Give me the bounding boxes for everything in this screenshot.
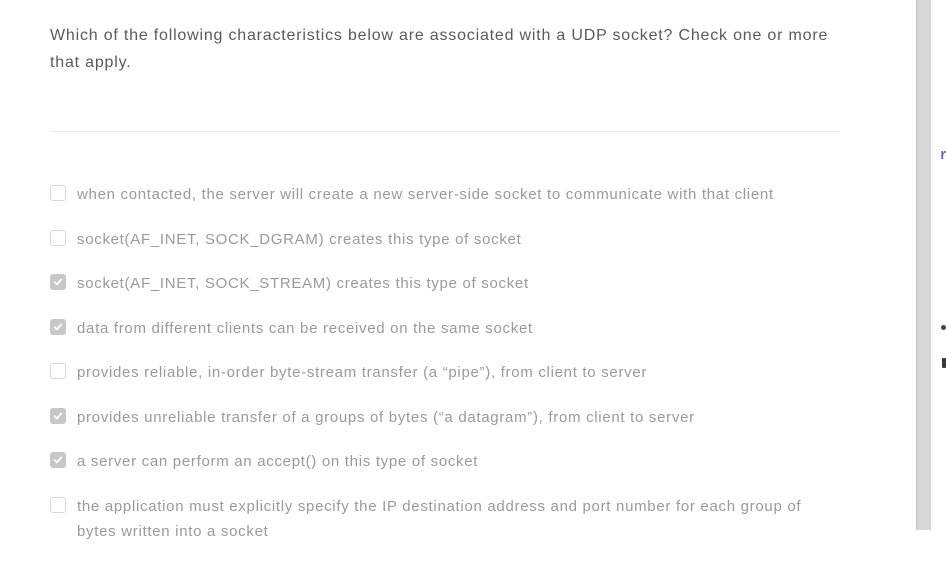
checkbox[interactable] (50, 497, 66, 513)
checkbox[interactable] (50, 452, 66, 468)
option-row: provides reliable, in-order byte-stream … (50, 360, 840, 386)
option-text: when contacted, the server will create a… (77, 182, 840, 208)
options-list: when contacted, the server will create a… (50, 182, 840, 564)
checkbox[interactable] (50, 408, 66, 424)
side-mark (942, 358, 946, 368)
option-text: data from different clients can be recei… (77, 316, 840, 342)
scrollbar[interactable] (916, 0, 931, 530)
option-row: provides unreliable transfer of a groups… (50, 405, 840, 431)
option-text: a server can perform an accept() on this… (77, 449, 840, 475)
option-row: socket(AF_INET, SOCK_STREAM) creates thi… (50, 271, 840, 297)
option-row: when contacted, the server will create a… (50, 182, 840, 208)
checkbox[interactable] (50, 363, 66, 379)
option-row: the application must explicitly specify … (50, 494, 840, 545)
right-margin: r (931, 0, 946, 577)
option-row: socket(AF_INET, SOCK_DGRAM) creates this… (50, 227, 840, 253)
checkbox[interactable] (50, 319, 66, 335)
content-area: Which of the following characteristics b… (50, 22, 840, 564)
option-row: a server can perform an accept() on this… (50, 449, 840, 475)
page: Which of the following characteristics b… (0, 0, 946, 577)
question-text: Which of the following characteristics b… (50, 22, 840, 76)
checkbox[interactable] (50, 185, 66, 201)
option-text: socket(AF_INET, SOCK_STREAM) creates thi… (77, 271, 840, 297)
side-glyph: r (940, 145, 946, 159)
checkbox[interactable] (50, 274, 66, 290)
option-text: provides reliable, in-order byte-stream … (77, 360, 840, 386)
option-row: data from different clients can be recei… (50, 316, 840, 342)
checkbox[interactable] (50, 230, 66, 246)
option-text: socket(AF_INET, SOCK_DGRAM) creates this… (77, 227, 840, 253)
side-dot (941, 325, 946, 330)
divider (50, 131, 840, 132)
option-text: provides unreliable transfer of a groups… (77, 405, 840, 431)
option-text: the application must explicitly specify … (77, 494, 840, 545)
